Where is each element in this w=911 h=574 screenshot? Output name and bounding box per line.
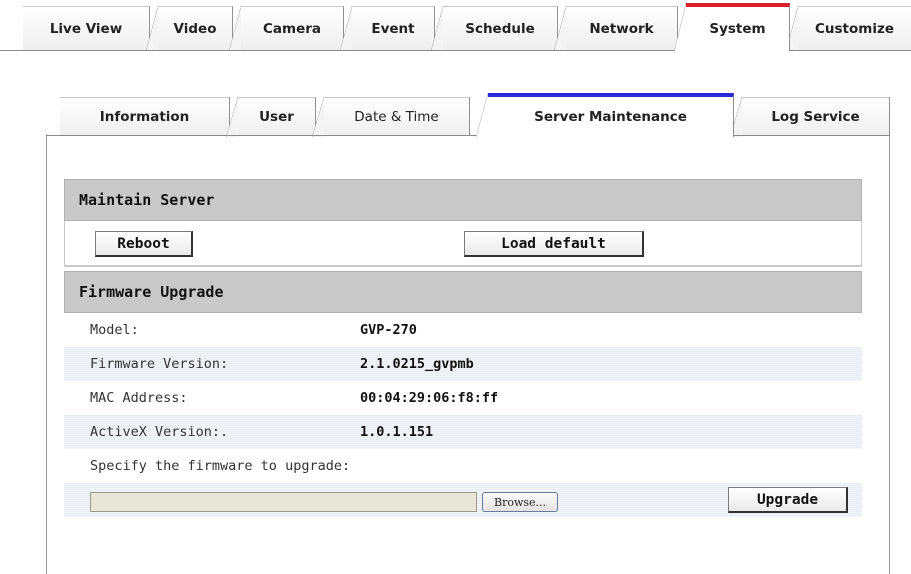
tab-system[interactable]: System <box>674 3 790 52</box>
sub-tab-bar: Information User Date & Time Server Main… <box>0 90 911 137</box>
specify-firmware-label: Specify the firmware to upgrade: <box>90 458 351 474</box>
tab-customize[interactable]: Customize <box>786 6 911 51</box>
tab-divider <box>46 135 890 136</box>
specify-firmware-row: Specify the firmware to upgrade: <box>64 449 862 483</box>
maintain-server-section: Maintain Server Reboot Load default <box>64 179 862 267</box>
subtab-date-time[interactable]: Date & Time <box>312 97 470 137</box>
main-tab-bar: Live View Video Camera Event Schedule Ne… <box>0 0 911 52</box>
section-title: Maintain Server <box>64 179 862 221</box>
subtab-information[interactable]: Information <box>60 97 230 136</box>
info-row-activex-version: ActiveX Version:. 1.0.1.151 <box>64 415 862 449</box>
tab-label: Network <box>589 20 654 37</box>
row-label: Firmware Version: <box>90 356 229 372</box>
tab-label: Date & Time <box>354 109 439 125</box>
tab-label: Log Service <box>771 109 860 125</box>
subtab-server-maintenance[interactable]: Server Maintenance <box>476 93 734 137</box>
row-label: Model: <box>90 322 139 338</box>
info-row-mac-address: MAC Address: 00:04:29:06:f8:ff <box>64 381 862 415</box>
tab-label: Schedule <box>465 20 535 37</box>
row-value: 1.0.1.151 <box>360 424 434 440</box>
tab-label: User <box>259 109 294 125</box>
section-title: Firmware Upgrade <box>64 271 862 313</box>
tab-label: Server Maintenance <box>534 109 687 125</box>
row-label: MAC Address: <box>90 390 188 406</box>
firmware-file-input[interactable] <box>90 492 477 512</box>
tab-label: System <box>709 21 766 37</box>
tab-camera[interactable]: Camera <box>229 6 344 51</box>
tab-label: Live View <box>49 20 123 37</box>
reboot-button[interactable]: Reboot <box>95 231 193 257</box>
maintain-server-body: Reboot Load default <box>64 221 862 267</box>
tab-schedule[interactable]: Schedule <box>431 6 558 51</box>
subtab-user[interactable]: User <box>226 97 316 137</box>
file-select-row: Browse... Upgrade <box>64 483 862 517</box>
tab-live-view[interactable]: Live View <box>23 6 150 50</box>
tab-label: Customize <box>815 20 894 37</box>
row-value: GVP-270 <box>360 322 417 338</box>
row-value: 2.1.0215_gvpmb <box>360 356 474 372</box>
tab-event[interactable]: Event <box>340 6 435 51</box>
tab-label: Camera <box>262 20 321 37</box>
tab-network[interactable]: Network <box>554 6 678 51</box>
tab-video[interactable]: Video <box>146 6 233 51</box>
upgrade-button[interactable]: Upgrade <box>728 487 848 513</box>
info-row-model: Model: GVP-270 <box>64 313 862 347</box>
tab-label: Event <box>371 20 415 37</box>
firmware-upgrade-section: Firmware Upgrade Model: GVP-270 Firmware… <box>64 271 862 517</box>
tab-label: Video <box>173 20 217 37</box>
row-value: 00:04:29:06:f8:ff <box>360 390 499 406</box>
tab-label: Information <box>99 109 190 125</box>
info-row-firmware-version: Firmware Version: 2.1.0215_gvpmb <box>64 347 862 381</box>
load-default-button[interactable]: Load default <box>464 231 644 257</box>
row-label: ActiveX Version:. <box>90 424 229 440</box>
browse-button[interactable]: Browse... <box>482 492 558 512</box>
subtab-log-service[interactable]: Log Service <box>730 97 890 137</box>
